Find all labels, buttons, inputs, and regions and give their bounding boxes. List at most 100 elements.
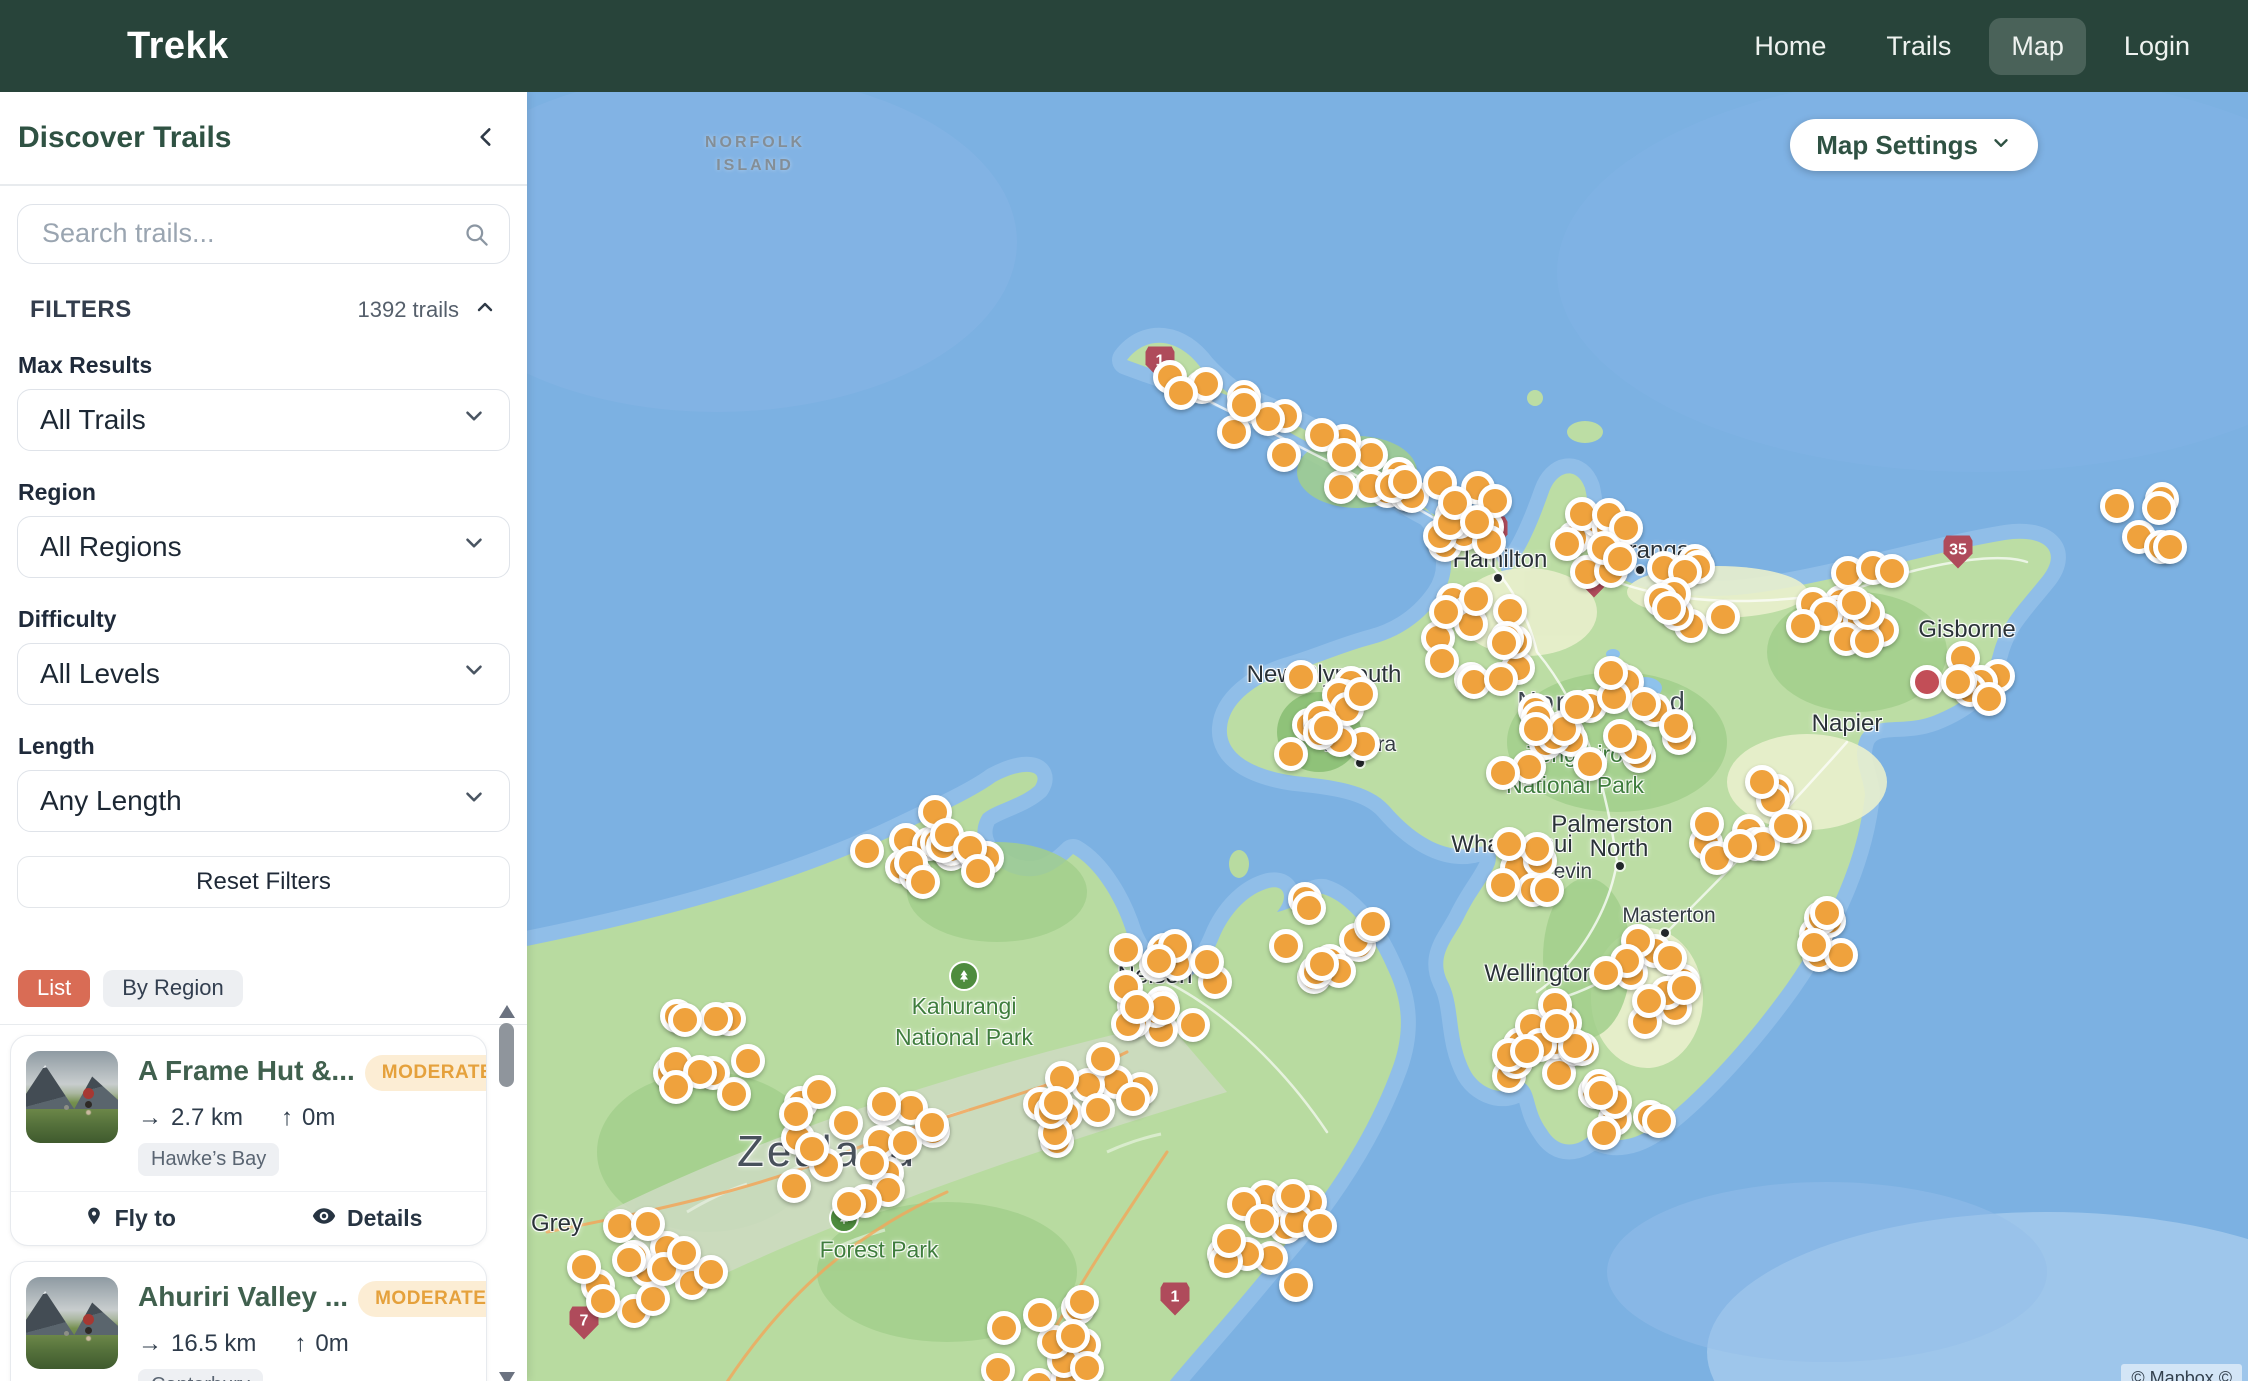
trail-cluster-marker[interactable] bbox=[1510, 1034, 1544, 1068]
length-select[interactable]: Any Length bbox=[17, 770, 510, 832]
trail-cluster-marker[interactable] bbox=[915, 1108, 949, 1142]
trail-cluster-marker[interactable] bbox=[1659, 709, 1693, 743]
trail-cluster-marker[interactable] bbox=[1039, 1086, 1073, 1120]
trail-cluster-marker[interactable] bbox=[1810, 896, 1844, 930]
trail-cluster-marker[interactable] bbox=[1274, 737, 1308, 771]
trail-cluster-marker[interactable] bbox=[1632, 984, 1666, 1018]
map-settings-button[interactable]: Map Settings bbox=[1790, 119, 2038, 171]
trail-cluster-marker[interactable] bbox=[1603, 542, 1637, 576]
nav-item-trails[interactable]: Trails bbox=[1864, 18, 1973, 75]
trail-cluster-marker[interactable] bbox=[1484, 662, 1518, 696]
trail-cluster-marker[interactable] bbox=[1560, 690, 1594, 724]
scrollbar-down-arrow[interactable] bbox=[499, 1372, 515, 1381]
trail-cluster-marker[interactable] bbox=[631, 1207, 665, 1241]
trail-cluster-marker[interactable] bbox=[1081, 1093, 1115, 1127]
trail-cluster-marker[interactable] bbox=[1276, 1179, 1310, 1213]
trail-cluster-marker[interactable] bbox=[1745, 765, 1779, 799]
trail-cluster-marker[interactable] bbox=[1303, 1209, 1337, 1243]
trail-cluster-marker[interactable] bbox=[906, 865, 940, 899]
trail-cluster-marker[interactable] bbox=[779, 1097, 813, 1131]
trail-cluster-marker[interactable] bbox=[1837, 586, 1871, 620]
scrollbar-up-arrow[interactable] bbox=[499, 1005, 515, 1018]
trail-cluster-marker[interactable] bbox=[850, 834, 884, 868]
trail-cluster-marker[interactable] bbox=[1070, 1351, 1104, 1381]
trail-cluster-marker[interactable] bbox=[829, 1106, 863, 1140]
trail-cluster-marker[interactable] bbox=[1941, 665, 1975, 699]
trail-cluster-marker[interactable] bbox=[1212, 1224, 1246, 1258]
trail-cluster-marker[interactable] bbox=[1723, 829, 1757, 863]
trail-cluster-marker[interactable] bbox=[1594, 656, 1628, 690]
trail-cluster-marker[interactable] bbox=[1309, 711, 1343, 745]
trail-cluster-marker[interactable] bbox=[1292, 891, 1326, 925]
reset-filters-button[interactable]: Reset Filters bbox=[17, 856, 510, 908]
nav-item-map[interactable]: Map bbox=[1989, 18, 2086, 75]
trail-cluster-marker[interactable] bbox=[1573, 747, 1607, 781]
nav-item-home[interactable]: Home bbox=[1732, 18, 1848, 75]
trail-cluster-marker[interactable] bbox=[777, 1169, 811, 1203]
trail-cluster-marker[interactable] bbox=[1120, 990, 1154, 1024]
difficulty-select[interactable]: All Levels bbox=[17, 643, 510, 705]
trail-cluster-marker[interactable] bbox=[1972, 682, 2006, 716]
trail-cluster-marker[interactable] bbox=[1652, 591, 1686, 625]
trail-cluster-marker[interactable] bbox=[1460, 505, 1494, 539]
trail-cluster-marker[interactable] bbox=[1786, 609, 1820, 643]
nav-item-login[interactable]: Login bbox=[2102, 18, 2212, 75]
search-input[interactable] bbox=[17, 204, 510, 264]
trail-cluster-marker[interactable] bbox=[1116, 1082, 1150, 1116]
trail-cluster-marker[interactable] bbox=[1519, 712, 1553, 746]
scrollbar-thumb[interactable] bbox=[499, 1023, 514, 1087]
fly-to-button[interactable]: Fly to bbox=[11, 1192, 249, 1245]
trail-cluster-marker-red[interactable] bbox=[1910, 665, 1944, 699]
trail-cluster-marker[interactable] bbox=[832, 1187, 866, 1221]
trail-cluster-marker[interactable] bbox=[1486, 868, 1520, 902]
trail-cluster-marker[interactable] bbox=[1305, 947, 1339, 981]
trail-cluster-marker[interactable] bbox=[1769, 809, 1803, 843]
trail-cluster-marker[interactable] bbox=[1279, 1268, 1313, 1302]
trail-cluster-marker[interactable] bbox=[1284, 660, 1318, 694]
map-canvas[interactable]: NORFOLKISLANDTaurangaHamiltonNew Plymout… bbox=[527, 92, 2248, 1381]
trail-cluster-marker[interactable] bbox=[867, 1087, 901, 1121]
trail-cluster-marker[interactable] bbox=[1797, 928, 1831, 962]
trail-cluster-marker[interactable] bbox=[2142, 491, 2176, 525]
trail-cluster-marker[interactable] bbox=[1706, 600, 1740, 634]
trail-cluster-marker[interactable] bbox=[1344, 677, 1378, 711]
trail-cluster-marker[interactable] bbox=[795, 1132, 829, 1166]
trail-cluster-marker[interactable] bbox=[1227, 388, 1261, 422]
region-select[interactable]: All Regions bbox=[17, 516, 510, 578]
by-region-view-button[interactable]: By Region bbox=[103, 970, 243, 1007]
trail-cluster-marker[interactable] bbox=[1356, 907, 1390, 941]
trail-cluster-marker[interactable] bbox=[1486, 756, 1520, 790]
trail-cluster-marker[interactable] bbox=[1603, 719, 1637, 753]
trail-cluster-marker[interactable] bbox=[1429, 595, 1463, 629]
trail-cluster-marker[interactable] bbox=[1540, 1009, 1574, 1043]
trail-cluster-marker[interactable] bbox=[1324, 470, 1358, 504]
trail-cluster-marker[interactable] bbox=[1388, 465, 1422, 499]
trail-cluster-marker[interactable] bbox=[2153, 530, 2187, 564]
trail-cluster-marker[interactable] bbox=[961, 854, 995, 888]
trail-cluster-marker[interactable] bbox=[1056, 1319, 1090, 1353]
trail-cluster-marker[interactable] bbox=[731, 1044, 765, 1078]
max-results-select[interactable]: All Trails bbox=[17, 389, 510, 451]
trail-cluster-marker[interactable] bbox=[1065, 1285, 1099, 1319]
trail-cluster-marker[interactable] bbox=[659, 1070, 693, 1104]
trail-cluster-marker[interactable] bbox=[567, 1250, 601, 1284]
trail-cluster-marker[interactable] bbox=[1487, 626, 1521, 660]
trail-cluster-marker[interactable] bbox=[1530, 873, 1564, 907]
trail-cluster-marker[interactable] bbox=[612, 1243, 646, 1277]
list-view-button[interactable]: List bbox=[18, 970, 90, 1007]
trail-cluster-marker[interactable] bbox=[987, 1311, 1021, 1345]
trail-cluster-marker[interactable] bbox=[1642, 1104, 1676, 1138]
trail-cluster-marker[interactable] bbox=[1245, 1204, 1279, 1238]
trail-cluster-marker[interactable] bbox=[1587, 1116, 1621, 1150]
collapse-sidebar-button[interactable] bbox=[469, 120, 503, 157]
trail-cluster-marker[interactable] bbox=[1627, 687, 1661, 721]
trail-cluster-marker[interactable] bbox=[1109, 933, 1143, 967]
trail-cluster-marker[interactable] bbox=[1267, 438, 1301, 472]
brand-logo[interactable]: Trekk bbox=[127, 25, 229, 68]
trail-cluster-marker[interactable] bbox=[1459, 582, 1493, 616]
trail-cluster-marker[interactable] bbox=[1023, 1298, 1057, 1332]
trail-cluster-marker[interactable] bbox=[667, 1236, 701, 1270]
trail-cluster-marker[interactable] bbox=[586, 1284, 620, 1318]
trail-cluster-marker[interactable] bbox=[2100, 489, 2134, 523]
trail-cluster-marker[interactable] bbox=[717, 1077, 751, 1111]
